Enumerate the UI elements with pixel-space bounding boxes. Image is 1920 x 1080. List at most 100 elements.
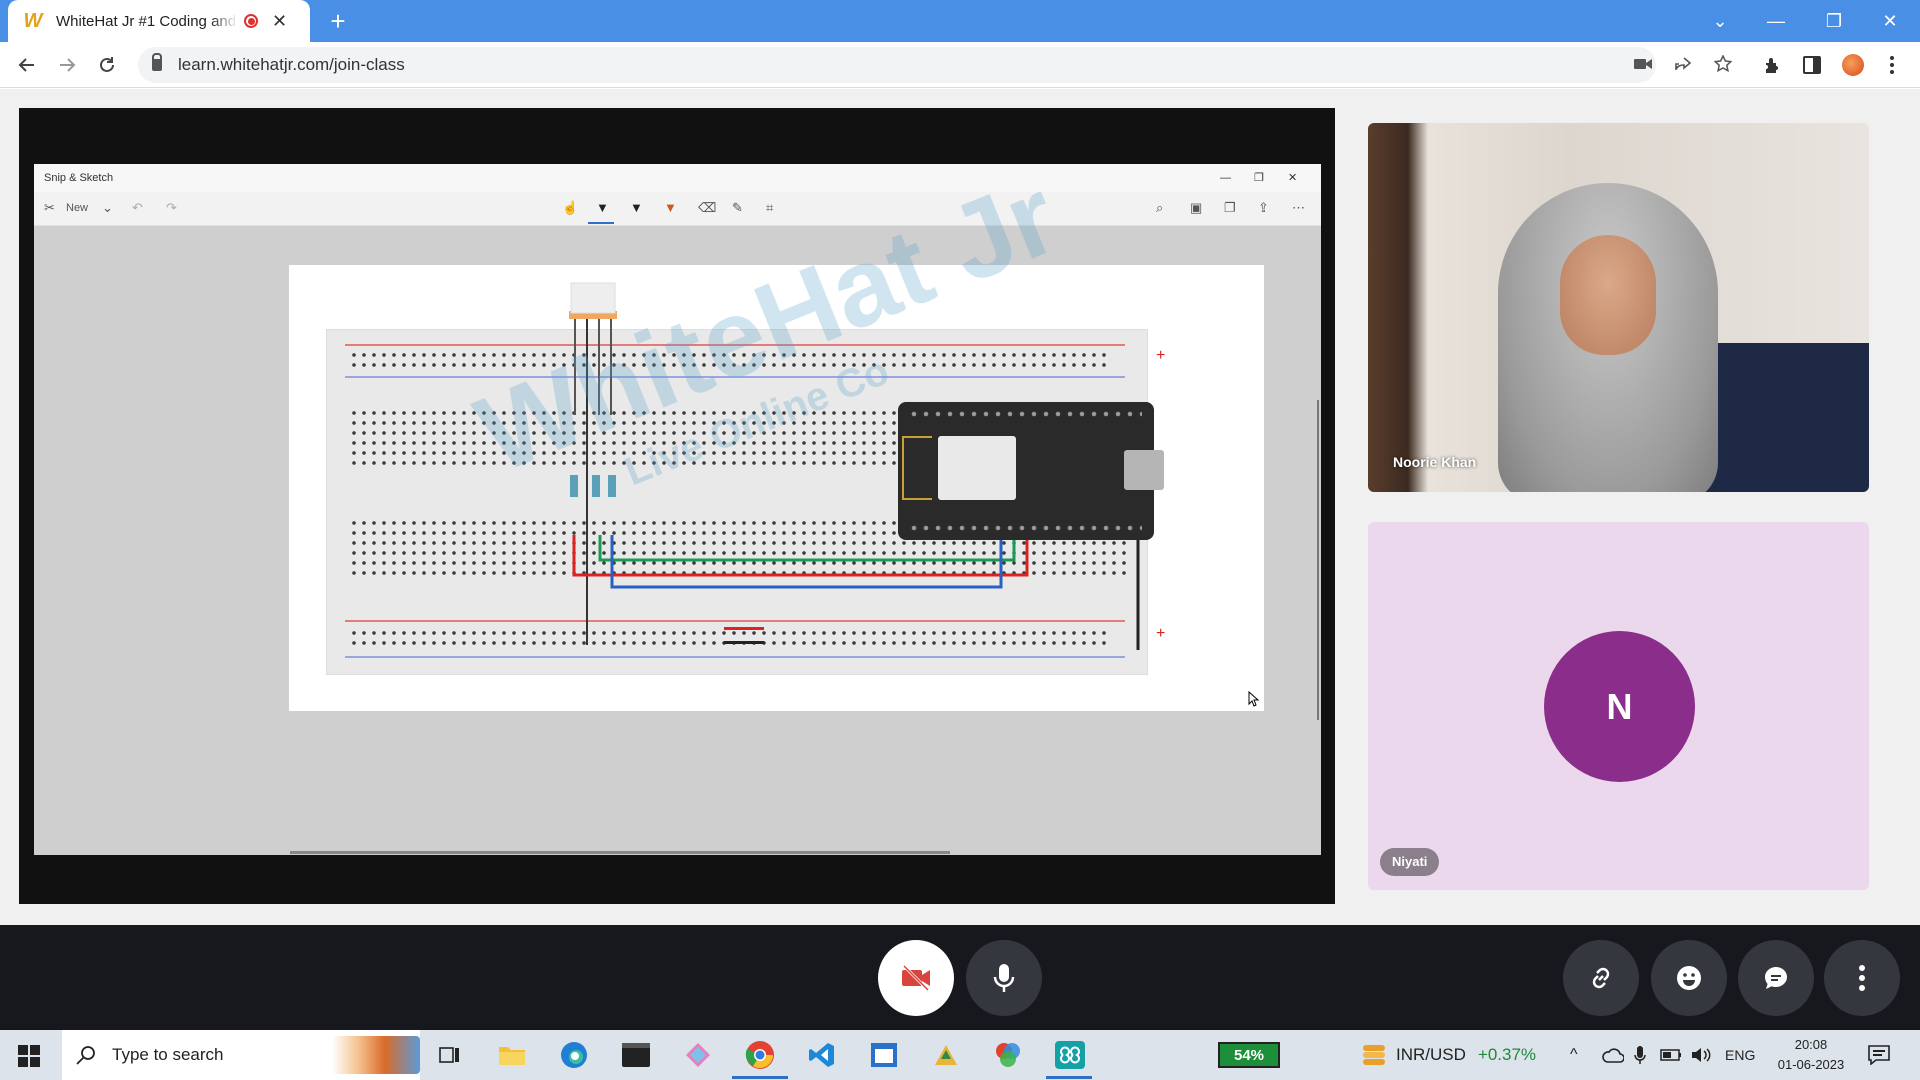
- lock-icon: [152, 53, 162, 71]
- side-panel-icon[interactable]: [1800, 53, 1824, 77]
- language-indicator[interactable]: ENG: [1725, 1030, 1755, 1080]
- more-options-button[interactable]: [1824, 940, 1900, 1016]
- more-vertical-icon: [1859, 965, 1865, 991]
- url-text: learn.whitehatjr.com/join-class: [178, 55, 405, 74]
- crop-icon: ⌗: [766, 200, 774, 215]
- arduino-active-indicator: [1046, 1076, 1092, 1079]
- meeting-controls: [0, 925, 1920, 1030]
- ticker-change: +0.37%: [1477, 1045, 1537, 1064]
- participant-video: [1498, 183, 1718, 492]
- address-bar[interactable]: learn.whitehatjr.com/join-class: [138, 47, 1656, 83]
- windows-taskbar: Type to search 54% INR/USD +0.37% ^ ENG …: [0, 1030, 1920, 1080]
- svg-text:+: +: [1156, 625, 1165, 642]
- emoji-button[interactable]: [1651, 940, 1727, 1016]
- extensions-icon[interactable]: [1760, 53, 1784, 77]
- pen-selected-indicator: [588, 222, 614, 224]
- forward-icon[interactable]: [52, 50, 82, 80]
- zoom-icon: ⌕: [1156, 200, 1164, 215]
- chat-button[interactable]: [1738, 940, 1814, 1016]
- notepad-icon[interactable]: [866, 1037, 902, 1073]
- touch-writing-icon: ☝: [562, 200, 579, 215]
- bookmark-star-icon[interactable]: [1712, 53, 1734, 75]
- esp-usb-port: [1124, 450, 1164, 490]
- participant-name: Noorie Khan: [1393, 454, 1477, 470]
- share-icon[interactable]: [1672, 53, 1694, 75]
- clock-time: 20:08: [1794, 1037, 1828, 1052]
- snip-new-label: New: [66, 202, 89, 214]
- terminal-icon[interactable]: [618, 1037, 654, 1073]
- paint-icon[interactable]: [928, 1037, 964, 1073]
- chrome-active-indicator: [732, 1076, 788, 1079]
- arduino-icon[interactable]: [1052, 1037, 1088, 1073]
- close-window-button[interactable]: ✕: [1862, 0, 1918, 42]
- reload-icon[interactable]: [92, 50, 122, 80]
- file-explorer-icon[interactable]: [494, 1037, 530, 1073]
- battery-widget[interactable]: 54%: [1218, 1042, 1280, 1068]
- tray-volume-icon[interactable]: [1690, 1030, 1712, 1080]
- chrome-menu-icon[interactable]: [1880, 53, 1904, 77]
- ticker-widget[interactable]: INR/USD +0.37%: [1360, 1030, 1536, 1080]
- clock[interactable]: 20:08 01-06-2023: [1770, 1035, 1852, 1075]
- color-wheel-app-icon[interactable]: [990, 1037, 1026, 1073]
- ticker-icon: [1363, 1045, 1385, 1065]
- copy-icon: ❐: [1224, 200, 1236, 215]
- search-placeholder: Type to search: [112, 1045, 224, 1064]
- clock-date: 01-06-2023: [1777, 1057, 1845, 1072]
- participant-tile-video[interactable]: Noorie Khan: [1368, 123, 1869, 492]
- taskbar-search-box[interactable]: Type to search: [62, 1030, 420, 1080]
- edge-browser-icon[interactable]: [556, 1037, 592, 1073]
- windows-start-icon[interactable]: [18, 1045, 40, 1072]
- tab-search-icon[interactable]: ⌄: [1692, 0, 1748, 42]
- highlighter-icon: ▼: [664, 200, 677, 215]
- snip-restore-icon: ❐: [1254, 172, 1264, 184]
- camera-in-use-icon[interactable]: [1632, 53, 1654, 75]
- pencil-icon: ▼: [630, 200, 643, 215]
- weather-cloud-icon[interactable]: [1602, 1030, 1624, 1080]
- snip-undo-icon: ↶: [132, 200, 143, 215]
- chrome-browser-icon[interactable]: [742, 1037, 778, 1073]
- camera-off-button[interactable]: [878, 940, 954, 1016]
- eraser-icon: ⌫: [698, 200, 717, 215]
- participant-name-chip: Niyati: [1380, 848, 1440, 876]
- colorful-app-icon[interactable]: [680, 1037, 716, 1073]
- snip-share-icon: ⇪: [1258, 200, 1269, 215]
- tray-overflow-icon[interactable]: ^: [1570, 1030, 1578, 1080]
- tray-microphone-icon[interactable]: [1634, 1030, 1646, 1080]
- participant-tile-avatar[interactable]: N Niyati: [1368, 522, 1869, 890]
- snip-app-title: Snip & Sketch: [44, 172, 114, 184]
- microphone-button[interactable]: [966, 940, 1042, 1016]
- browser-titlebar: W WhiteHat Jr #1 Coding and R ✕ + ⌄ — ❐ …: [0, 0, 1920, 42]
- snip-horizontal-scrollbar: [290, 851, 950, 854]
- tray-battery-icon[interactable]: [1660, 1030, 1682, 1080]
- link-button[interactable]: [1563, 940, 1639, 1016]
- whitehat-favicon-icon: W: [23, 9, 43, 32]
- vscode-icon[interactable]: [804, 1037, 840, 1073]
- esp-bottom-pins: [908, 524, 1142, 532]
- link-icon: [1592, 967, 1610, 989]
- participant-face: [1560, 235, 1656, 355]
- minimize-button[interactable]: —: [1748, 0, 1804, 42]
- browser-tab[interactable]: W WhiteHat Jr #1 Coding and R ✕: [8, 0, 310, 42]
- snip-title: Snip & Sketch — ❐ ✕: [34, 164, 1321, 192]
- esp-module: [938, 436, 1016, 500]
- snip-redo-icon: ↷: [166, 200, 177, 215]
- microphone-icon: [993, 964, 1015, 992]
- snip-toolbar: ✂ New ⌄ ↶ ↷ ☝ ▼ ▼ ▼ ⌫ ✎ ⌗ ⌕ ▣ ❐ ⇪ ⋯: [34, 192, 1321, 226]
- esp-top-pins: [908, 410, 1142, 418]
- profile-avatar[interactable]: [1842, 54, 1864, 76]
- new-tab-button[interactable]: +: [324, 7, 352, 35]
- task-view-icon[interactable]: [432, 1037, 468, 1073]
- snip-vertical-scrollbar: [1317, 400, 1319, 720]
- snip-more-icon: ⋯: [1292, 200, 1305, 215]
- back-icon[interactable]: [12, 50, 42, 80]
- tab-title: WhiteHat Jr #1 Coding and R: [56, 12, 238, 30]
- ruler-icon: ✎: [732, 200, 743, 215]
- tab-close-icon[interactable]: ✕: [272, 11, 287, 32]
- search-highlight-image: [332, 1036, 420, 1074]
- snip-close-icon: ✕: [1288, 172, 1298, 184]
- notifications-icon[interactable]: [1868, 1030, 1890, 1080]
- participant-avatar: N: [1544, 631, 1695, 782]
- emoji-icon: [1677, 966, 1701, 990]
- restore-button[interactable]: ❐: [1806, 0, 1862, 42]
- search-icon: [76, 1046, 95, 1065]
